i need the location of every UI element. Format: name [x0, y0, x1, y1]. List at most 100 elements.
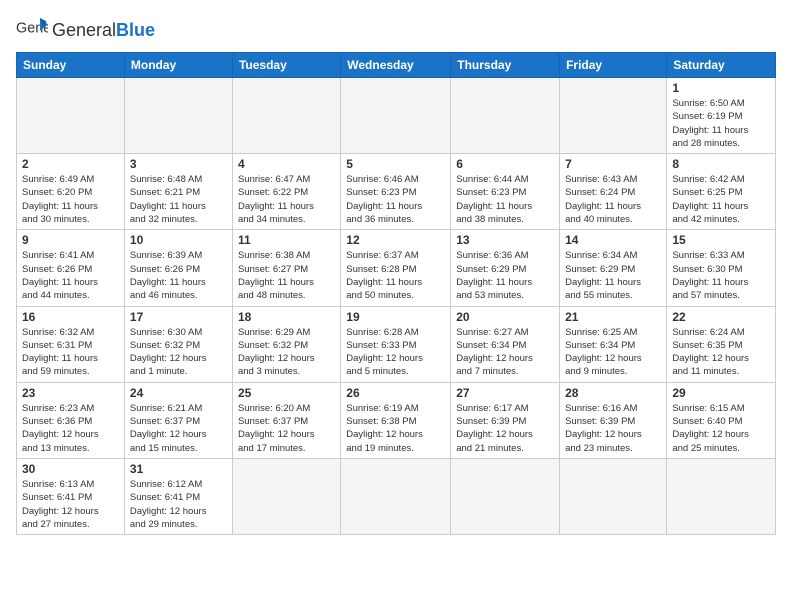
day-info: Sunrise: 6:39 AM Sunset: 6:26 PM Dayligh…	[130, 249, 227, 302]
day-number: 23	[22, 386, 119, 400]
day-number: 6	[456, 157, 554, 171]
day-number: 16	[22, 310, 119, 324]
day-number: 30	[22, 462, 119, 476]
day-number: 26	[346, 386, 445, 400]
day-cell: 20Sunrise: 6:27 AM Sunset: 6:34 PM Dayli…	[451, 306, 560, 382]
weekday-header-friday: Friday	[560, 53, 667, 78]
week-row-6: 30 Sunrise: 6:13 AM Sunset: 6:41 PM Dayli…	[17, 458, 776, 534]
weekday-header-saturday: Saturday	[667, 53, 776, 78]
day-cell: 10 Sunrise: 6:39 AM Sunset: 6:26 PM Dayli…	[124, 230, 232, 306]
day-cell: 1Sunrise: 6:50 AM Sunset: 6:19 PM Daylig…	[667, 78, 776, 154]
day-number: 29	[672, 386, 770, 400]
day-info: Sunrise: 6:12 AM Sunset: 6:41 PM Dayligh…	[130, 478, 227, 531]
day-info: Sunrise: 6:13 AM Sunset: 6:41 PM Dayligh…	[22, 478, 119, 531]
day-info: Sunrise: 6:41 AM Sunset: 6:26 PM Dayligh…	[22, 249, 119, 302]
day-cell	[124, 78, 232, 154]
day-number: 17	[130, 310, 227, 324]
day-info: Sunrise: 6:15 AM Sunset: 6:40 PM Dayligh…	[672, 402, 770, 455]
day-number: 21	[565, 310, 661, 324]
weekday-header-wednesday: Wednesday	[341, 53, 451, 78]
weekday-header-row: SundayMondayTuesdayWednesdayThursdayFrid…	[17, 53, 776, 78]
page-header: General GeneralBlue	[16, 16, 776, 44]
day-number: 14	[565, 233, 661, 247]
day-number: 31	[130, 462, 227, 476]
day-info: Sunrise: 6:48 AM Sunset: 6:21 PM Dayligh…	[130, 173, 227, 226]
weekday-header-thursday: Thursday	[451, 53, 560, 78]
day-cell	[451, 78, 560, 154]
day-cell: 8 Sunrise: 6:42 AM Sunset: 6:25 PM Daylig…	[667, 154, 776, 230]
day-cell: 24Sunrise: 6:21 AM Sunset: 6:37 PM Dayli…	[124, 382, 232, 458]
day-info: Sunrise: 6:43 AM Sunset: 6:24 PM Dayligh…	[565, 173, 661, 226]
calendar-table: SundayMondayTuesdayWednesdayThursdayFrid…	[16, 52, 776, 535]
day-info: Sunrise: 6:38 AM Sunset: 6:27 PM Dayligh…	[238, 249, 335, 302]
day-cell: 15 Sunrise: 6:33 AM Sunset: 6:30 PM Dayli…	[667, 230, 776, 306]
weekday-header-sunday: Sunday	[17, 53, 125, 78]
day-cell	[232, 458, 340, 534]
day-info: Sunrise: 6:36 AM Sunset: 6:29 PM Dayligh…	[456, 249, 554, 302]
day-number: 12	[346, 233, 445, 247]
day-info: Sunrise: 6:17 AM Sunset: 6:39 PM Dayligh…	[456, 402, 554, 455]
day-info: Sunrise: 6:37 AM Sunset: 6:28 PM Dayligh…	[346, 249, 445, 302]
day-info: Sunrise: 6:23 AM Sunset: 6:36 PM Dayligh…	[22, 402, 119, 455]
day-info: Sunrise: 6:33 AM Sunset: 6:30 PM Dayligh…	[672, 249, 770, 302]
day-cell: 14 Sunrise: 6:34 AM Sunset: 6:29 PM Dayli…	[560, 230, 667, 306]
day-cell: 23 Sunrise: 6:23 AM Sunset: 6:36 PM Dayli…	[17, 382, 125, 458]
day-info: Sunrise: 6:16 AM Sunset: 6:39 PM Dayligh…	[565, 402, 661, 455]
day-info: Sunrise: 6:28 AM Sunset: 6:33 PM Dayligh…	[346, 326, 445, 379]
day-cell: 16 Sunrise: 6:32 AM Sunset: 6:31 PM Dayli…	[17, 306, 125, 382]
day-number: 13	[456, 233, 554, 247]
day-cell: 30 Sunrise: 6:13 AM Sunset: 6:41 PM Dayli…	[17, 458, 125, 534]
week-row-4: 16 Sunrise: 6:32 AM Sunset: 6:31 PM Dayli…	[17, 306, 776, 382]
day-number: 11	[238, 233, 335, 247]
day-cell: 31 Sunrise: 6:12 AM Sunset: 6:41 PM Dayli…	[124, 458, 232, 534]
day-cell: 29 Sunrise: 6:15 AM Sunset: 6:40 PM Dayli…	[667, 382, 776, 458]
logo-text: GeneralBlue	[52, 21, 155, 39]
day-cell: 25Sunrise: 6:20 AM Sunset: 6:37 PM Dayli…	[232, 382, 340, 458]
day-cell: 22Sunrise: 6:24 AM Sunset: 6:35 PM Dayli…	[667, 306, 776, 382]
day-number: 9	[22, 233, 119, 247]
day-cell: 6 Sunrise: 6:44 AM Sunset: 6:23 PM Daylig…	[451, 154, 560, 230]
day-info: Sunrise: 6:49 AM Sunset: 6:20 PM Dayligh…	[22, 173, 119, 226]
logo: General GeneralBlue	[16, 16, 155, 44]
day-cell: 27Sunrise: 6:17 AM Sunset: 6:39 PM Dayli…	[451, 382, 560, 458]
day-cell	[341, 78, 451, 154]
week-row-3: 9 Sunrise: 6:41 AM Sunset: 6:26 PM Daylig…	[17, 230, 776, 306]
day-cell: 4Sunrise: 6:47 AM Sunset: 6:22 PM Daylig…	[232, 154, 340, 230]
day-cell: 18 Sunrise: 6:29 AM Sunset: 6:32 PM Dayli…	[232, 306, 340, 382]
day-cell	[232, 78, 340, 154]
day-info: Sunrise: 6:42 AM Sunset: 6:25 PM Dayligh…	[672, 173, 770, 226]
day-cell: 5Sunrise: 6:46 AM Sunset: 6:23 PM Daylig…	[341, 154, 451, 230]
day-number: 15	[672, 233, 770, 247]
day-info: Sunrise: 6:32 AM Sunset: 6:31 PM Dayligh…	[22, 326, 119, 379]
day-cell: 13 Sunrise: 6:36 AM Sunset: 6:29 PM Dayli…	[451, 230, 560, 306]
logo-icon: General	[16, 16, 48, 44]
week-row-1: 1Sunrise: 6:50 AM Sunset: 6:19 PM Daylig…	[17, 78, 776, 154]
day-cell: 28 Sunrise: 6:16 AM Sunset: 6:39 PM Dayli…	[560, 382, 667, 458]
day-cell: 7Sunrise: 6:43 AM Sunset: 6:24 PM Daylig…	[560, 154, 667, 230]
day-number: 10	[130, 233, 227, 247]
day-cell	[667, 458, 776, 534]
day-number: 2	[22, 157, 119, 171]
weekday-header-monday: Monday	[124, 53, 232, 78]
day-number: 1	[672, 81, 770, 95]
day-number: 5	[346, 157, 445, 171]
day-info: Sunrise: 6:30 AM Sunset: 6:32 PM Dayligh…	[130, 326, 227, 379]
day-info: Sunrise: 6:29 AM Sunset: 6:32 PM Dayligh…	[238, 326, 335, 379]
day-cell	[341, 458, 451, 534]
day-info: Sunrise: 6:44 AM Sunset: 6:23 PM Dayligh…	[456, 173, 554, 226]
day-number: 4	[238, 157, 335, 171]
day-number: 18	[238, 310, 335, 324]
day-number: 8	[672, 157, 770, 171]
day-cell: 12 Sunrise: 6:37 AM Sunset: 6:28 PM Dayli…	[341, 230, 451, 306]
day-number: 24	[130, 386, 227, 400]
day-cell: 11 Sunrise: 6:38 AM Sunset: 6:27 PM Dayli…	[232, 230, 340, 306]
day-cell	[17, 78, 125, 154]
day-cell	[451, 458, 560, 534]
day-number: 28	[565, 386, 661, 400]
day-info: Sunrise: 6:25 AM Sunset: 6:34 PM Dayligh…	[565, 326, 661, 379]
day-cell	[560, 78, 667, 154]
day-info: Sunrise: 6:34 AM Sunset: 6:29 PM Dayligh…	[565, 249, 661, 302]
day-info: Sunrise: 6:27 AM Sunset: 6:34 PM Dayligh…	[456, 326, 554, 379]
day-number: 25	[238, 386, 335, 400]
day-cell: 17 Sunrise: 6:30 AM Sunset: 6:32 PM Dayli…	[124, 306, 232, 382]
